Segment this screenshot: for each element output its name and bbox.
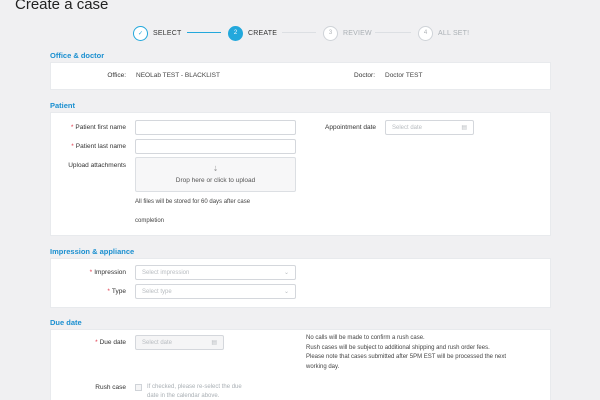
- rush-notice: working day.: [306, 364, 340, 370]
- doctor-label: Doctor:: [354, 72, 375, 79]
- rush-notice: Rush cases will be subject to additional…: [306, 345, 490, 351]
- impression-label-text: Impression: [94, 269, 126, 276]
- required-mark: *: [70, 124, 74, 131]
- upload-note: completion: [135, 218, 165, 224]
- upload-icon: ⇣: [212, 166, 219, 173]
- last-name-label: * Patient last name: [55, 143, 126, 150]
- rush-notice: Please note that cases submitted after 5…: [306, 354, 506, 360]
- first-name-label-text: Patient first name: [75, 124, 126, 131]
- section-title-office: Office & doctor: [50, 51, 105, 60]
- required-mark: *: [95, 339, 98, 346]
- rush-note: date in the calendar above.: [147, 393, 220, 399]
- step-label: ALL SET!: [438, 29, 470, 37]
- stepper-connector: [375, 32, 411, 33]
- required-mark: *: [71, 143, 74, 150]
- required-mark: *: [89, 269, 93, 276]
- step-number: 2: [228, 25, 243, 41]
- upload-dropzone[interactable]: ⇣ Drop here or click to upload: [135, 157, 296, 192]
- stepper-connector: [282, 32, 316, 33]
- step-create[interactable]: 2 CREATE: [228, 25, 277, 41]
- chevron-down-icon: ⌄: [283, 270, 289, 276]
- rush-case-label: Rush case: [95, 384, 126, 391]
- upload-note: All files will be stored for 60 days aft…: [135, 199, 251, 205]
- step-label: REVIEW: [343, 29, 372, 37]
- last-name-label-text: Patient last name: [75, 143, 126, 150]
- step-select[interactable]: ✓ SELECT: [133, 25, 181, 41]
- required-mark: *: [107, 288, 110, 295]
- chevron-down-icon: ⌄: [283, 289, 289, 295]
- page-title: Create a case: [15, 0, 109, 13]
- type-select[interactable]: Select type ⌄: [135, 284, 296, 299]
- stepper-connector: [187, 32, 221, 33]
- due-date-label: * Due date: [55, 339, 126, 346]
- first-name-label: * Patient first name: [55, 124, 126, 131]
- step-label: CREATE: [248, 29, 278, 37]
- section-title-due-date: Due date: [50, 318, 82, 327]
- section-title-impression: Impression & appliance: [50, 247, 135, 256]
- rush-note: If checked, please re-select the due: [147, 384, 242, 390]
- upload-text: Drop here or click to upload: [175, 177, 256, 184]
- section-title-patient: Patient: [50, 101, 76, 110]
- appointment-date-input[interactable]: Select date ▤: [385, 120, 474, 135]
- type-placeholder: Select type: [142, 289, 172, 295]
- calendar-icon: ▤: [461, 125, 467, 131]
- last-name-input[interactable]: [135, 139, 296, 154]
- impression-card: [50, 258, 551, 308]
- office-label: Office:: [107, 72, 126, 79]
- step-all-set[interactable]: 4 ALL SET!: [418, 25, 469, 41]
- doctor-value: Doctor TEST: [385, 72, 423, 79]
- due-date-label-text: Due date: [99, 339, 126, 346]
- calendar-icon: ▤: [211, 340, 217, 346]
- impression-placeholder: Select impression: [142, 270, 190, 276]
- step-label: SELECT: [153, 29, 182, 37]
- due-date-placeholder: Select date: [142, 340, 173, 346]
- first-name-input[interactable]: [135, 120, 296, 135]
- appointment-placeholder: Select date: [392, 125, 423, 131]
- impression-label: * Impression: [55, 269, 126, 276]
- step-review[interactable]: 3 REVIEW: [323, 25, 372, 41]
- appointment-label: Appointment date: [325, 124, 376, 131]
- upload-label: Upload attachments: [68, 162, 126, 169]
- rush-notice: No calls will be made to confirm a rush …: [306, 335, 425, 341]
- step-number: 3: [323, 25, 338, 41]
- type-label: * Type: [55, 288, 126, 295]
- type-label-text: Type: [111, 288, 126, 295]
- rush-case-checkbox[interactable]: [135, 384, 142, 391]
- office-value: NEOLab TEST - BLACKLIST: [136, 72, 220, 79]
- due-date-input[interactable]: Select date ▤: [135, 335, 224, 350]
- impression-select[interactable]: Select impression ⌄: [135, 265, 296, 280]
- check-icon: ✓: [133, 25, 148, 41]
- step-number: 4: [418, 25, 433, 41]
